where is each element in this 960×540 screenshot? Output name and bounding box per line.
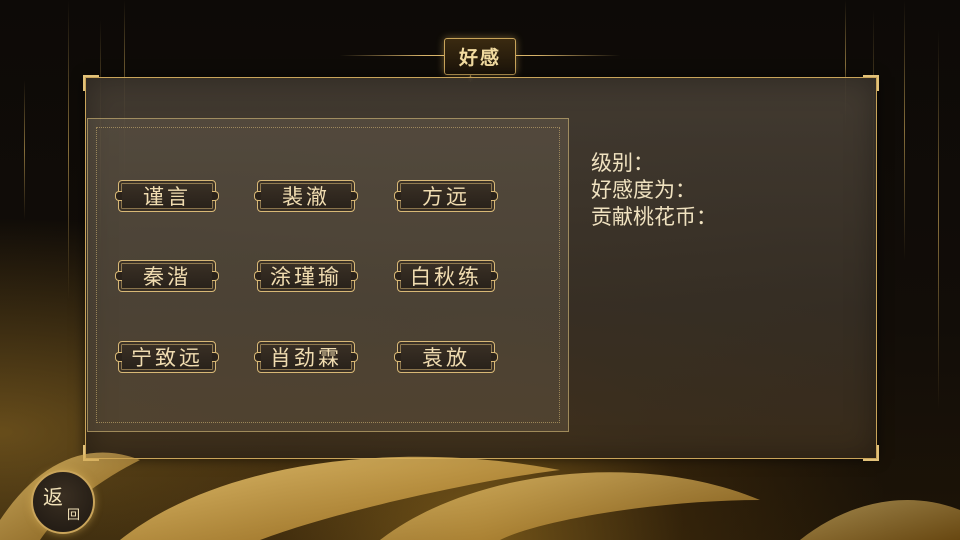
coins-label: 贡献桃花币： [591, 205, 717, 229]
page-title: 好感 [443, 37, 516, 75]
character-button[interactable]: 方远 [394, 180, 498, 212]
character-button[interactable]: 袁放 [394, 341, 498, 373]
character-button[interactable]: 秦湝 [115, 260, 219, 292]
light-streak [24, 80, 25, 220]
corner-ornament [83, 75, 99, 91]
feather-shape [800, 500, 960, 540]
character-button[interactable]: 白秋练 [394, 260, 498, 292]
back-label-sub: 回 [67, 508, 81, 523]
character-button[interactable]: 肖劲霖 [254, 341, 358, 373]
corner-ornament [863, 75, 879, 91]
back-label-main: 返 [43, 485, 63, 509]
character-button[interactable]: 涂瑾瑜 [254, 260, 358, 292]
light-streak [938, 30, 939, 410]
character-button[interactable]: 裴澈 [254, 180, 358, 212]
back-button[interactable]: 返 回 [31, 470, 95, 534]
character-button[interactable]: 谨言 [115, 180, 219, 212]
golden-feathers-decoration [0, 452, 960, 540]
level-label: 级别： [591, 151, 654, 175]
light-streak [68, 0, 69, 300]
character-button[interactable]: 宁致远 [115, 341, 219, 373]
affection-info: 级别： 好感度为： 贡献桃花币： [591, 150, 717, 231]
title-bar: 好感 [340, 37, 620, 75]
affection-label: 好感度为： [591, 178, 696, 202]
light-streak [904, 0, 905, 260]
